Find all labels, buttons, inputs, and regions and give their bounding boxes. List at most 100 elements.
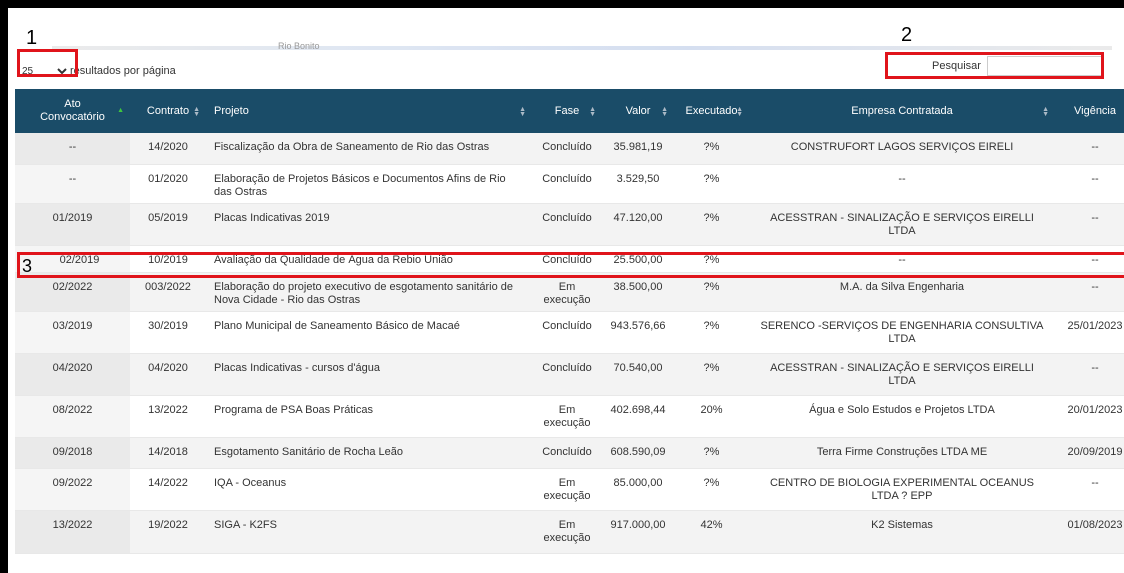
cell-projeto: Plano Municipal de Saneamento Básico de … [214,319,460,332]
cell-valor: 70.540,00 [613,361,663,374]
col-projeto[interactable]: Projeto ▲ ▼ [206,89,532,133]
cell-vigencia: -- [1091,211,1099,224]
cell-executado: 20% [700,403,723,416]
cell-valor: 917.000,00 [610,518,666,531]
cell-contrato: 04/2020 [148,361,188,374]
cell-fase: Em execução [543,476,591,502]
cell-executado: ?% [703,211,720,224]
table-row: -- 01/2020 Elaboração de Projetos Básicos … [15,164,1124,203]
annotation-2: 2 [901,24,913,46]
cell-contrato: 01/2020 [148,172,188,185]
cell-ato: -- [15,133,130,164]
cell-valor: 943.576,66 [610,319,666,332]
cell-empresa: CENTRO DE BIOLOGIA EXPERIMENTAL OCEANUS … [769,476,1035,502]
annotation-box-2 [885,52,1104,79]
cell-fase: Concluído [542,445,592,458]
cell-executado: ?% [703,361,720,374]
cell-empresa: SERENCO -SERVIÇOS DE ENGENHARIA CONSULTI… [760,319,1044,345]
col-ato[interactable]: Ato Convocatório ▲ [15,89,130,133]
cell-ato: 04/2020 [15,353,130,395]
table-row: 13/2022 19/2022 SIGA - K2FS Em execução 917.… [15,510,1124,553]
cell-fase: Concluído [542,172,592,185]
cell-executado: ?% [703,445,720,458]
cell-fase: Concluído [542,141,592,153]
cell-vigencia: 20/09/2019 [1067,445,1123,458]
cell-valor: 608.590,09 [610,445,666,458]
col-vigencia[interactable]: Vigência [1055,89,1124,133]
table-row: 09/2018 14/2018 Esgotamento Sanitário de R… [15,437,1124,468]
cell-executado: ?% [703,172,720,185]
cell-projeto: Placas Indicativas 2019 [214,211,330,224]
strip-text: Rio Bonito [278,41,320,51]
cell-projeto: Placas Indicativas - cursos d'água [214,361,380,374]
col-fase[interactable]: Fase ▲ ▼ [532,89,602,133]
cell-executado: ?% [703,141,720,153]
cell-empresa: K2 Sistemas [871,518,933,531]
cell-ato: 08/2022 [15,395,130,437]
cell-projeto: Programa de PSA Boas Práticas [214,403,373,416]
cell-projeto: SIGA - K2FS [214,518,277,531]
cell-contrato: 14/2022 [148,476,188,489]
cell-empresa: Terra Firme Construções LTDA ME [816,445,988,458]
annotation-box-1 [17,49,78,77]
annotation-box-3 [17,252,1124,278]
table-header: Ato Convocatório ▲ Contrato ▲ ▼ Projeto ▲ ▼ F… [15,89,1124,133]
cell-empresa: ACESSTRAN - SINALIZAÇÃO E SERVIÇOS EIREL… [770,361,1034,387]
cell-fase: Em execução [543,518,591,544]
annotation-3: 3 [22,256,33,276]
cell-vigencia: -- [1091,172,1099,185]
cell-vigencia: -- [1091,141,1099,153]
cell-projeto: Elaboração de Projetos Básicos e Documen… [214,172,506,198]
annotation-1: 1 [26,27,38,49]
cell-valor: 35.981,19 [613,141,663,153]
cell-contrato: 14/2018 [148,445,188,458]
table-row: 01/2019 05/2019 Placas Indicativas 2019 Con… [15,203,1124,245]
cell-valor: 3.529,50 [616,172,660,185]
cell-executado: ?% [703,476,720,489]
cell-empresa: Água e Solo Estudos e Projetos LTDA [809,403,995,416]
cell-vigencia: 20/01/2023 [1067,403,1123,416]
table-row: -- 14/2020 Fiscalização da Obra de Saneame… [15,133,1124,164]
cell-empresa: CONSTRUFORT LAGOS SERVIÇOS EIRELI [790,141,1014,153]
cell-contrato: 05/2019 [148,211,188,224]
cell-ato: 03/2019 [15,311,130,353]
cell-executado: 42% [700,518,723,531]
table-row: 09/2022 14/2022 IQA - Oceanus Em execução 85… [15,468,1124,510]
cell-valor: 402.698,44 [610,403,666,416]
table-row: 04/2020 04/2020 Placas Indicativas - curso… [15,353,1124,395]
cell-vigencia: -- [1091,476,1099,489]
cell-empresa: ACESSTRAN - SINALIZAÇÃO E SERVIÇOS EIREL… [770,211,1034,237]
cell-ato: -- [15,164,130,203]
col-contrato[interactable]: Contrato ▲ ▼ [130,89,206,133]
cell-executado: ?% [703,319,720,332]
per-page-label: resultados por página [70,65,176,77]
cell-contrato: 30/2019 [148,319,188,332]
cell-ato: 09/2018 [15,437,130,468]
cell-vigencia: 25/01/2023 [1067,319,1123,332]
cell-empresa: -- [898,172,906,185]
cell-contrato: 14/2020 [148,141,188,153]
cell-projeto: Fiscalização da Obra de Saneamento de Ri… [214,141,490,153]
table-row: 08/2022 13/2022 Programa de PSA Boas Práti… [15,395,1124,437]
page: Rio Bonito 1 2 25 resultados por página … [8,8,1124,573]
top-strip [52,46,1112,50]
cell-valor: 47.120,00 [613,211,663,224]
cell-fase: Em execução [543,403,591,429]
cell-fase: Concluído [542,361,592,374]
cell-fase: Concluído [542,319,592,332]
contracts-table: Ato Convocatório ▲ Contrato ▲ ▼ Projeto ▲ ▼ F… [15,89,1124,554]
cell-contrato: 19/2022 [148,518,188,531]
cell-vigencia: -- [1091,361,1099,374]
col-empresa[interactable]: Empresa Contratada ▲ ▼ [749,89,1055,133]
cell-projeto: IQA - Oceanus [214,476,287,489]
cell-fase: Concluído [542,211,592,224]
cell-valor: 85.000,00 [613,476,663,489]
table-row: 03/2019 30/2019 Plano Municipal de Saneame… [15,311,1124,353]
cell-contrato: 13/2022 [148,403,188,416]
cell-vigencia: 01/08/2023 [1067,518,1123,531]
cell-projeto: Esgotamento Sanitário de Rocha Leão [214,445,403,458]
col-valor[interactable]: Valor ▲ ▼ [602,89,674,133]
cell-ato: 13/2022 [15,510,130,553]
col-executado[interactable]: Executado ▲ ▼ [674,89,749,133]
cell-ato: 09/2022 [15,468,130,510]
